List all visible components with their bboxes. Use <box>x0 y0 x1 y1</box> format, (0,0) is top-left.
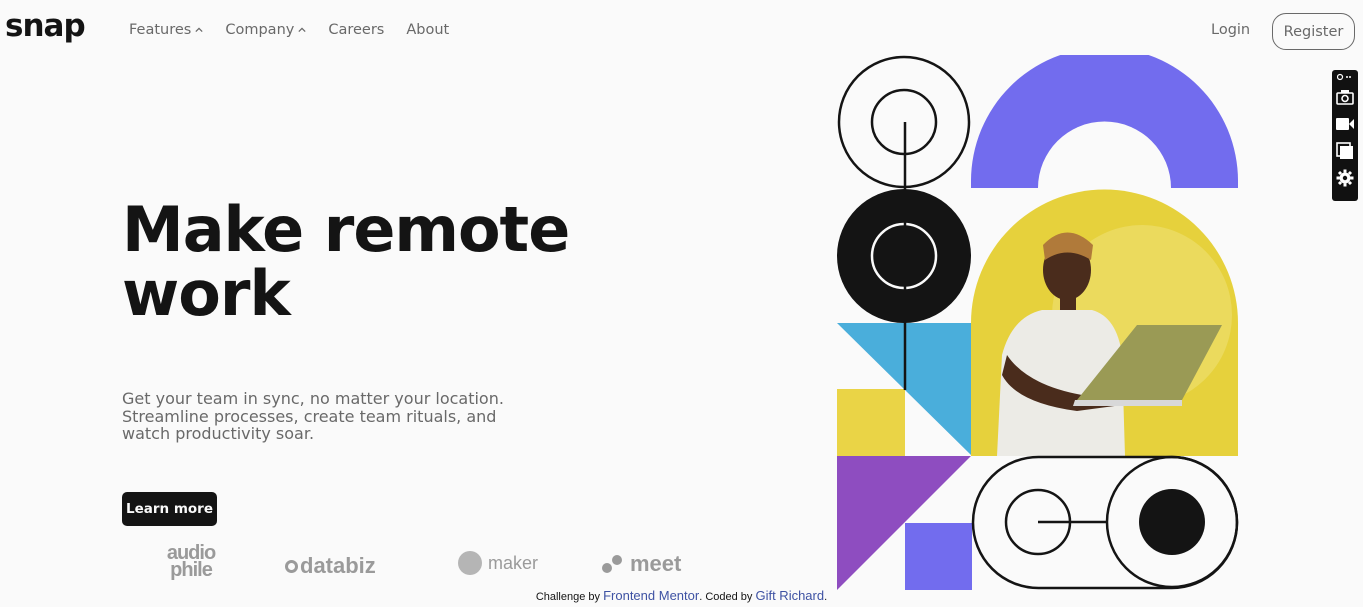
gear-icon[interactable] <box>1335 168 1355 188</box>
databiz-logo-text: databiz <box>300 553 376 578</box>
meet-logo-text: meet <box>630 551 682 576</box>
camera-icon[interactable] <box>1335 87 1355 107</box>
video-icon[interactable] <box>1335 114 1355 134</box>
audiophile-logo-line2: phile <box>170 559 213 581</box>
hero-title-line2: work <box>122 257 291 330</box>
blue-triangle-1 <box>837 323 905 390</box>
frontend-mentor-link[interactable]: Frontend Mentor <box>603 588 699 603</box>
maker-logo: maker <box>458 551 538 575</box>
attribution: Challenge by Frontend Mentor. Coded by G… <box>0 588 1363 603</box>
attribution-prefix: Challenge by <box>535 591 604 603</box>
snap-logo[interactable]: snap <box>5 8 86 44</box>
maker-logo-text: maker <box>488 552 539 573</box>
attribution-suffix: . <box>824 591 828 603</box>
databiz-dot-icon <box>285 559 298 573</box>
nav-careers[interactable]: Careers <box>328 22 384 38</box>
purple-arch-fill <box>971 55 1238 188</box>
nav-features[interactable]: Features <box>129 22 203 38</box>
pill-black-dot <box>1139 489 1205 555</box>
hero-title: Make remote work <box>122 198 602 326</box>
maker-circle-icon <box>458 551 482 575</box>
nav-careers-label: Careers <box>328 22 385 38</box>
meet-logo: meet <box>602 551 681 577</box>
yellow-square <box>837 389 905 456</box>
login-link[interactable]: Login <box>1211 22 1250 38</box>
meet-dots-icon <box>602 555 622 573</box>
main-nav: Features Company Careers About <box>129 22 449 38</box>
nav-company[interactable]: Company <box>225 22 306 38</box>
blue-shape <box>905 323 971 455</box>
nav-about-label: About <box>406 22 450 38</box>
purple-square <box>905 523 972 590</box>
register-button[interactable]: Register <box>1272 13 1355 50</box>
hero-illustration <box>837 55 1239 590</box>
nav-company-label: Company <box>225 22 295 38</box>
link-icon[interactable] <box>1335 71 1355 83</box>
chevron-up-icon <box>195 27 203 33</box>
author-link[interactable]: Gift Richard <box>755 588 824 603</box>
audiophile-logo: audio phile <box>152 543 230 581</box>
learn-more-button[interactable]: Learn more <box>122 492 217 526</box>
hero-description: Get your team in sync, no matter your lo… <box>122 389 504 443</box>
databiz-logo: databiz <box>285 553 376 579</box>
chevron-up-icon <box>298 27 306 33</box>
site-header: snap Features Company Careers About Logi… <box>0 0 1363 62</box>
attribution-middle: . Coded by <box>699 591 756 603</box>
window-icon[interactable] <box>1335 141 1355 161</box>
nav-about[interactable]: About <box>406 22 449 38</box>
extension-toolbar <box>1332 70 1358 201</box>
client-logos: audio phile databiz maker meet <box>150 543 710 585</box>
nav-features-label: Features <box>129 22 192 38</box>
hero-title-line1: Make remote <box>122 193 570 266</box>
